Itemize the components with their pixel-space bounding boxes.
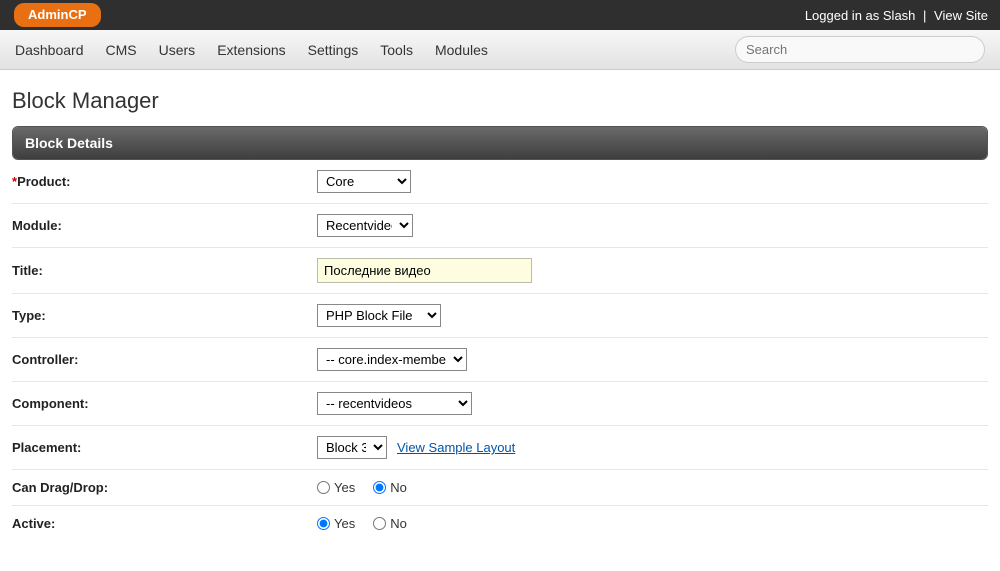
label-drag: Can Drag/Drop:	[12, 480, 108, 495]
label-product: Product:	[17, 174, 70, 189]
radio-active-yes-wrap[interactable]: Yes	[317, 516, 355, 531]
view-site-link[interactable]: View Site	[934, 8, 988, 23]
page-title: Block Manager	[12, 88, 988, 114]
separator: |	[919, 8, 930, 23]
page-body: Block Manager Block Details *Product: Co…	[0, 70, 1000, 571]
nav-tools[interactable]: Tools	[380, 42, 413, 58]
top-right: Logged in as Slash | View Site	[805, 8, 988, 23]
panel-block-details: Block Details	[12, 126, 988, 160]
row-type: Type: PHP Block File	[12, 294, 988, 338]
select-controller[interactable]: -- core.index-member	[317, 348, 467, 371]
label-type: Type:	[12, 308, 46, 323]
label-title: Title:	[12, 263, 43, 278]
label-active: Active:	[12, 516, 55, 531]
nav-users[interactable]: Users	[159, 42, 196, 58]
nav-dashboard[interactable]: Dashboard	[15, 42, 84, 58]
view-sample-layout-link[interactable]: View Sample Layout	[397, 440, 515, 455]
row-module: Module: Recentvideos	[12, 204, 988, 248]
select-placement[interactable]: Block 3	[317, 436, 387, 459]
radio-drag-no-label: No	[390, 480, 407, 495]
radio-active-yes[interactable]	[317, 517, 330, 530]
select-module[interactable]: Recentvideos	[317, 214, 413, 237]
search-input[interactable]	[735, 36, 985, 63]
radio-drag-yes[interactable]	[317, 481, 330, 494]
row-drag: Can Drag/Drop: Yes No	[12, 470, 988, 506]
row-component: Component: -- recentvideos	[12, 382, 988, 426]
username-link[interactable]: Slash	[883, 8, 916, 23]
label-module: Module:	[12, 218, 62, 233]
nav-extensions[interactable]: Extensions	[217, 42, 285, 58]
label-controller: Controller:	[12, 352, 78, 367]
radio-active-no-wrap[interactable]: No	[373, 516, 407, 531]
select-product[interactable]: Core	[317, 170, 411, 193]
nav-modules[interactable]: Modules	[435, 42, 488, 58]
nav-settings[interactable]: Settings	[308, 42, 359, 58]
radio-active-yes-label: Yes	[334, 516, 355, 531]
top-bar: AdminCP Logged in as Slash | View Site	[0, 0, 1000, 30]
radio-active-no[interactable]	[373, 517, 386, 530]
radio-drag-no-wrap[interactable]: No	[373, 480, 407, 495]
radio-drag-yes-wrap[interactable]: Yes	[317, 480, 355, 495]
row-product: *Product: Core	[12, 160, 988, 204]
label-component: Component:	[12, 396, 89, 411]
select-component[interactable]: -- recentvideos	[317, 392, 472, 415]
nav-cms[interactable]: CMS	[106, 42, 137, 58]
nav-bar: Dashboard CMS Users Extensions Settings …	[0, 30, 1000, 70]
row-controller: Controller: -- core.index-member	[12, 338, 988, 382]
radio-drag-yes-label: Yes	[334, 480, 355, 495]
logo-badge: AdminCP	[14, 3, 101, 27]
row-title: Title:	[12, 248, 988, 294]
radio-drag-no[interactable]	[373, 481, 386, 494]
logged-in-prefix: Logged in as	[805, 8, 883, 23]
panel-heading: Block Details	[13, 127, 987, 159]
row-placement: Placement: Block 3 View Sample Layout	[12, 426, 988, 470]
radio-active-no-label: No	[390, 516, 407, 531]
select-type[interactable]: PHP Block File	[317, 304, 441, 327]
label-placement: Placement:	[12, 440, 81, 455]
input-title[interactable]	[317, 258, 532, 283]
nav-links: Dashboard CMS Users Extensions Settings …	[15, 42, 488, 58]
row-active: Active: Yes No	[12, 506, 988, 541]
